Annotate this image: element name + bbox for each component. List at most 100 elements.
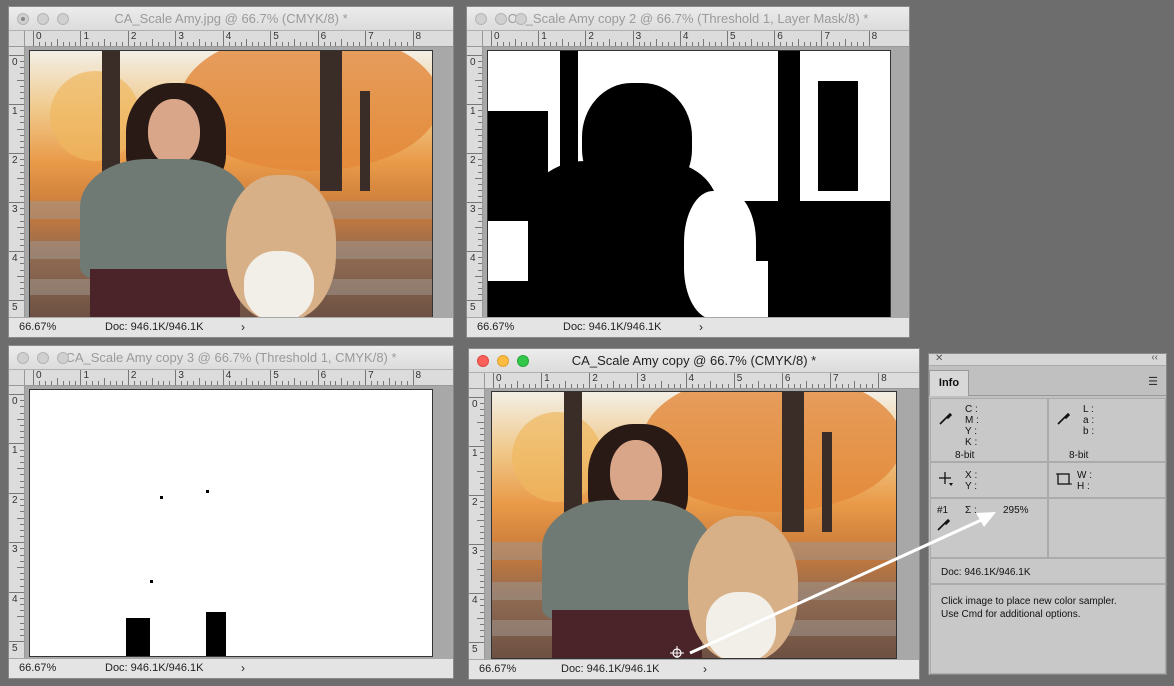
document-window-original[interactable]: CA_Scale Amy.jpg @ 66.7% (CMYK/8) * 0 1 2 3… — [8, 6, 454, 338]
ruler-minor-tick — [20, 604, 24, 606]
photo-image[interactable] — [491, 391, 897, 659]
ruler-minor-tick — [50, 42, 52, 46]
window-titlebar[interactable]: CA_Scale Amy copy 2 @ 66.7% (Threshold 1… — [467, 7, 909, 31]
window-titlebar[interactable]: CA_Scale Amy copy @ 66.7% (CMYK/8) * — [469, 349, 919, 373]
ruler-number: 2 — [130, 31, 137, 42]
minimize-button[interactable] — [37, 13, 49, 25]
zoom-level[interactable]: 66.67% — [19, 662, 56, 674]
ruler-minor-tick — [371, 42, 373, 46]
ruler-minor-tick — [246, 378, 248, 385]
ruler-minor-tick — [252, 381, 254, 385]
vertical-ruler[interactable]: 0 1 2 3 4 5 — [469, 389, 485, 659]
threshold-image[interactable] — [29, 389, 433, 657]
panel-menu-icon[interactable]: ☰ — [1148, 375, 1158, 388]
ruler-minor-tick — [210, 42, 212, 46]
ruler-minor-tick — [544, 42, 546, 46]
ruler-minor-tick — [644, 42, 646, 46]
color-sampler-marker-icon[interactable] — [670, 646, 684, 658]
ruler-minor-tick — [20, 610, 24, 612]
ruler-minor-tick — [20, 412, 24, 414]
ruler-minor-tick — [679, 384, 681, 388]
ruler-minor-tick — [359, 381, 361, 385]
ruler-minor-tick — [133, 381, 135, 385]
zoom-button[interactable] — [517, 355, 529, 367]
threshold-image[interactable] — [487, 50, 891, 318]
ruler-minor-tick — [20, 85, 24, 87]
ruler-minor-tick — [20, 91, 24, 93]
ruler-minor-tick — [477, 617, 484, 619]
collapse-panel-icon[interactable]: ‹‹ — [1151, 352, 1158, 363]
ruler-minor-tick — [762, 42, 764, 46]
horizontal-ruler[interactable]: 0 1 2 3 4 5 6 7 8 — [25, 31, 453, 47]
ruler-minor-tick — [210, 381, 212, 385]
canvas-area[interactable] — [483, 47, 909, 318]
vertical-ruler[interactable]: 0 1 2 3 4 5 — [9, 47, 25, 317]
zoom-button[interactable] — [515, 13, 527, 25]
horizontal-ruler[interactable]: 0 1 2 3 4 5 6 7 8 — [483, 31, 909, 47]
sampler-eyedropper-icon[interactable] — [937, 517, 951, 534]
eyedropper-icon[interactable] — [1057, 411, 1071, 428]
horizontal-ruler[interactable]: 0 1 2 3 4 5 6 7 8 — [25, 370, 453, 386]
ruler-number: 3 — [12, 204, 18, 216]
face — [148, 99, 200, 165]
ruler-number: 7 — [832, 373, 839, 384]
canvas-area[interactable] — [485, 389, 919, 659]
tab-info[interactable]: Info — [929, 370, 969, 396]
ruler-minor-tick — [163, 381, 165, 385]
photo-image[interactable] — [29, 50, 433, 318]
xy-labels: X : Y : — [965, 470, 978, 492]
close-button[interactable] — [477, 355, 489, 367]
status-menu-arrow[interactable]: › — [241, 661, 245, 675]
ruler-minor-tick — [17, 128, 24, 130]
ruler-minor-tick — [20, 122, 24, 124]
close-button[interactable] — [17, 352, 29, 364]
eyedropper-icon[interactable] — [939, 411, 953, 428]
bit-depth-left[interactable]: 8-bit — [955, 450, 974, 461]
ruler-minor-tick — [862, 42, 864, 46]
document-window-threshold-white[interactable]: CA_Scale Amy copy 3 @ 66.7% (Threshold 1… — [8, 345, 454, 679]
zoom-level[interactable]: 66.67% — [19, 321, 56, 333]
ruler-minor-tick — [329, 381, 331, 385]
ruler-minor-tick — [204, 381, 206, 385]
canvas-area[interactable] — [25, 386, 453, 658]
ruler-minor-tick — [532, 42, 534, 46]
document-window-threshold-mask[interactable]: CA_Scale Amy copy 2 @ 66.7% (Threshold 1… — [466, 6, 910, 338]
zoom-level[interactable]: 66.67% — [477, 321, 514, 333]
vertical-ruler[interactable]: 0 1 2 3 4 5 — [467, 47, 483, 317]
horizontal-ruler[interactable]: 0 1 2 3 4 5 6 7 8 — [485, 373, 919, 389]
document-window-active[interactable]: CA_Scale Amy copy @ 66.7% (CMYK/8) * 0 1 2… — [468, 348, 920, 680]
ruler-origin[interactable] — [9, 31, 25, 47]
close-panel-icon[interactable]: ✕ — [935, 353, 943, 364]
minimize-button[interactable] — [37, 352, 49, 364]
zoom-button[interactable] — [57, 13, 69, 25]
window-titlebar[interactable]: CA_Scale Amy copy 3 @ 66.7% (Threshold 1… — [9, 346, 453, 370]
canvas-area[interactable] — [25, 47, 453, 318]
ruler-origin[interactable] — [469, 373, 485, 389]
ruler-origin[interactable] — [9, 370, 25, 386]
ruler-minor-tick — [480, 531, 484, 533]
ruler-minor-tick — [475, 226, 482, 228]
ruler-number: 6 — [320, 31, 327, 42]
minimize-button[interactable] — [495, 13, 507, 25]
window-title: CA_Scale Amy copy @ 66.7% (CMYK/8) * — [571, 353, 817, 368]
ruler-minor-tick — [601, 384, 603, 388]
crosshair-icon[interactable] — [938, 471, 954, 490]
ruler-origin[interactable] — [467, 31, 483, 47]
ruler-minor-tick — [20, 523, 24, 525]
bit-depth-right[interactable]: 8-bit — [1069, 450, 1088, 461]
close-button[interactable] — [475, 13, 487, 25]
vertical-ruler[interactable]: 0 1 2 3 4 5 — [9, 386, 25, 658]
ruler-minor-tick — [478, 245, 482, 247]
zoom-button[interactable] — [57, 352, 69, 364]
status-menu-arrow[interactable]: › — [699, 320, 703, 334]
status-menu-arrow[interactable]: › — [241, 320, 245, 334]
ruler-minor-tick — [311, 381, 313, 385]
status-menu-arrow[interactable]: › — [703, 662, 707, 676]
close-button[interactable] — [17, 13, 29, 25]
ruler-minor-tick — [750, 39, 752, 46]
ruler-minor-tick — [480, 476, 484, 478]
minimize-button[interactable] — [497, 355, 509, 367]
zoom-level[interactable]: 66.67% — [479, 663, 516, 675]
ruler-minor-tick — [614, 42, 616, 46]
window-titlebar[interactable]: CA_Scale Amy.jpg @ 66.7% (CMYK/8) * — [9, 7, 453, 31]
